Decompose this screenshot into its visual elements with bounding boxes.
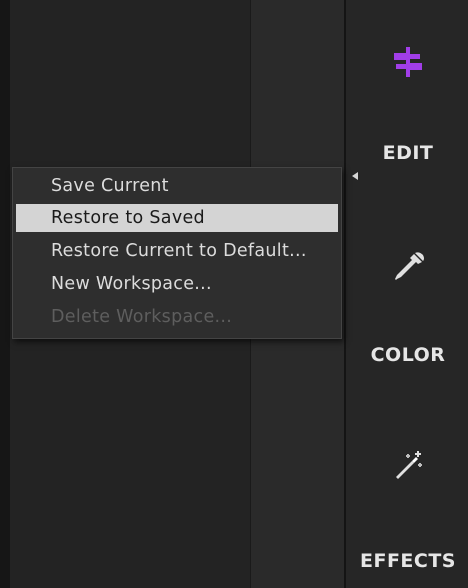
- left-panel-edge: [0, 0, 10, 588]
- magic-wand-icon: [396, 451, 422, 479]
- workspace-context-menu: Save Current Restore to Saved Restore Cu…: [12, 167, 342, 339]
- menu-item-restore-current-to-default[interactable]: Restore Current to Default...: [16, 237, 338, 265]
- menu-item-delete-workspace: Delete Workspace...: [51, 307, 233, 327]
- sidebar-item-label: COLOR: [370, 344, 446, 366]
- sidebar-item-label: EDIT: [382, 142, 434, 164]
- workspace-sidebar: EDIT COLOR EFFECTS: [344, 0, 468, 588]
- menu-item-save-current[interactable]: Save Current: [16, 172, 338, 200]
- collapse-arrow-icon[interactable]: [352, 172, 358, 180]
- sidebar-item-color[interactable]: COLOR: [346, 220, 468, 380]
- sidebar-item-label: EFFECTS: [359, 550, 456, 572]
- sidebar-item-edit[interactable]: EDIT: [346, 0, 468, 180]
- app-window: EDIT COLOR EFFECTS Save Current Restore …: [0, 0, 468, 588]
- sidebar-item-effects[interactable]: EFFECTS: [346, 420, 468, 588]
- menu-item-restore-to-saved[interactable]: Restore to Saved: [16, 204, 338, 232]
- menu-item-new-workspace[interactable]: New Workspace...: [16, 270, 338, 298]
- eyedropper-icon: [395, 252, 424, 280]
- edit-sliders-icon: [394, 47, 422, 77]
